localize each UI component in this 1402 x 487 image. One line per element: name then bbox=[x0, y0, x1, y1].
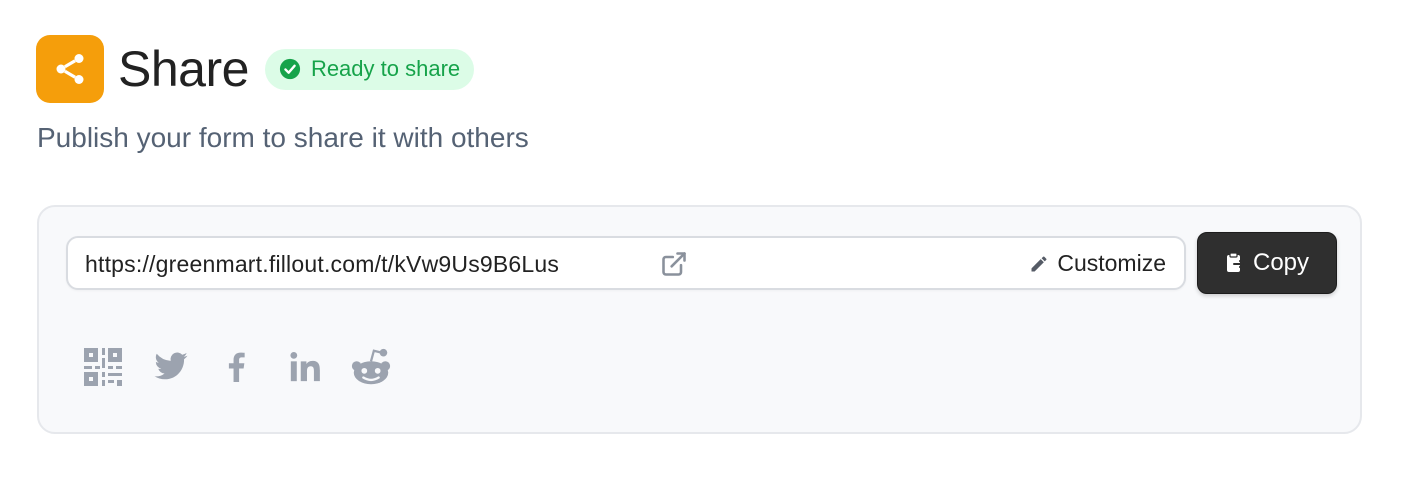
facebook-icon[interactable] bbox=[215, 345, 259, 389]
page-title: Share bbox=[118, 41, 249, 97]
copy-button[interactable]: Copy bbox=[1197, 232, 1337, 294]
share-link-panel: https://greenmart.fillout.com/t/kVw9Us9B… bbox=[37, 205, 1362, 434]
check-circle-icon bbox=[279, 58, 301, 80]
twitter-icon[interactable] bbox=[149, 345, 193, 389]
pencil-icon bbox=[1029, 254, 1049, 274]
status-badge-label: Ready to share bbox=[310, 56, 461, 81]
qr-code-icon[interactable] bbox=[81, 345, 125, 389]
share-url-text[interactable]: https://greenmart.fillout.com/t/kVw9Us9B… bbox=[85, 251, 559, 278]
page-subtitle: Publish your form to share it with other… bbox=[37, 122, 529, 153]
linkedin-icon[interactable] bbox=[283, 345, 327, 389]
external-link-icon[interactable] bbox=[660, 250, 688, 278]
clipboard-icon bbox=[1225, 252, 1245, 274]
share-icon bbox=[36, 35, 104, 103]
reddit-icon[interactable] bbox=[349, 345, 393, 389]
customize-button[interactable]: Customize bbox=[1029, 250, 1166, 277]
status-badge: Ready to share bbox=[264, 48, 475, 90]
share-header: Share Ready to share bbox=[36, 35, 475, 103]
share-url-field[interactable]: https://greenmart.fillout.com/t/kVw9Us9B… bbox=[66, 236, 1186, 290]
copy-label: Copy bbox=[1252, 249, 1310, 276]
customize-label: Customize bbox=[1057, 250, 1166, 276]
